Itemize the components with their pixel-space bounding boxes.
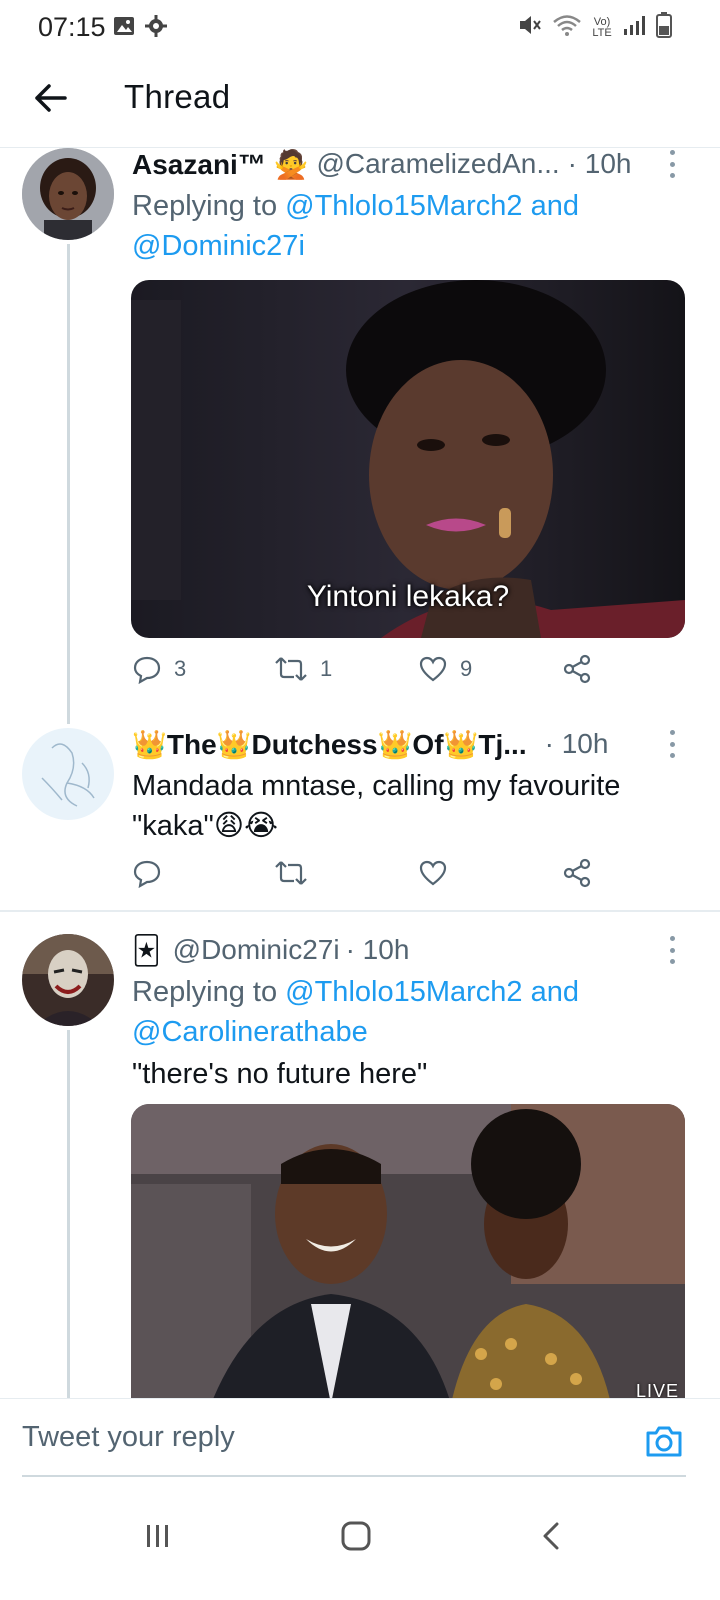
page-title: Thread [124, 78, 231, 115]
home-button[interactable] [326, 1506, 386, 1566]
display-name[interactable]: 👑The👑Dutchess👑Of👑Tj... [132, 728, 527, 761]
reply-underline [22, 1475, 686, 1477]
tweet-actions: 3 1 9 [132, 654, 602, 694]
mention-link[interactable]: @Thlolo15March2 [285, 976, 522, 1008]
retweet-button[interactable]: 1 [274, 654, 332, 684]
camera-icon [646, 1426, 682, 1457]
tweet-time[interactable]: · 10h [545, 728, 609, 760]
back-button[interactable] [28, 76, 72, 120]
user-handle[interactable]: @CaramelizedAn... [316, 148, 559, 180]
tweet[interactable]: 👑The👑Dutchess👑Of👑Tj... · 10h Mandada mnt… [0, 728, 720, 908]
replying-joiner[interactable]: and [531, 190, 579, 222]
arrow-left-icon [35, 84, 67, 112]
share-button[interactable] [562, 654, 592, 684]
replying-joiner[interactable]: and [531, 976, 579, 1008]
signal-icon [622, 13, 648, 42]
tweet-media-image[interactable]: LIVE [131, 1104, 685, 1398]
image-icon [112, 14, 136, 43]
status-bar: 07:15 Vo) LTE [0, 0, 720, 56]
recent-apps-icon [147, 1525, 168, 1547]
tweet-media-image[interactable]: Yintoni lekaka? [131, 280, 685, 638]
reply-icon [133, 656, 161, 684]
replying-to: Replying to @Thlolo15March2 and @Dominic… [132, 186, 579, 266]
display-name[interactable]: Asazani™ 🙅 [132, 148, 308, 181]
mention-link[interactable]: @Carolinerathabe [132, 1016, 368, 1048]
battery-icon [656, 12, 672, 43]
share-icon [563, 654, 591, 684]
status-time: 07:15 [38, 12, 106, 42]
tweet[interactable]: 🃏 @Dominic27i · 10h Replying to @Thlolo1… [0, 934, 720, 1398]
thread-header: Thread [0, 56, 720, 148]
replying-prefix: Replying to [132, 976, 278, 1008]
avatar[interactable] [22, 934, 114, 1026]
tweet-time[interactable]: · 10h [346, 934, 410, 966]
system-back-button[interactable] [522, 1506, 582, 1566]
tweet-header: 👑The👑Dutchess👑Of👑Tj... · 10h [132, 728, 680, 760]
like-button[interactable] [418, 858, 448, 888]
avatar[interactable] [22, 728, 114, 820]
tweet-time[interactable]: · 10h [568, 148, 632, 180]
replying-to: Replying to @Thlolo15March2 and @Carolin… [132, 972, 579, 1052]
retweet-icon [275, 657, 307, 681]
heart-icon [419, 656, 447, 682]
wifi-icon [552, 13, 582, 42]
tweet-text: "there's no future here" [132, 1058, 428, 1090]
reply-composer: Tweet your reply [0, 1398, 720, 1478]
tweet-text: Mandada mntase, calling my favourite "ka… [132, 770, 621, 842]
mute-icon [518, 13, 544, 42]
like-button[interactable]: 9 [418, 654, 472, 684]
thread-line [67, 244, 70, 724]
thread-timeline[interactable]: Asazani™ 🙅 @CaramelizedAn... · 10h Reply… [0, 148, 720, 1398]
avatar[interactable] [22, 148, 114, 240]
more-icon[interactable] [666, 730, 678, 758]
reply-button[interactable]: 3 [132, 654, 186, 684]
mention-link[interactable]: @Thlolo15March2 [285, 190, 522, 222]
replying-prefix: Replying to [132, 190, 278, 222]
chevron-left-icon [543, 1522, 559, 1550]
media-caption: Yintoni lekaka? [306, 580, 510, 613]
like-count: 9 [460, 656, 473, 681]
live-badge: LIVE [635, 1381, 679, 1398]
tweet-divider [0, 910, 720, 912]
home-icon [341, 1521, 371, 1551]
display-name[interactable]: 🃏 [132, 934, 161, 967]
volte-icon: Vo) LTE [592, 15, 612, 39]
more-icon[interactable] [666, 150, 678, 178]
share-icon [563, 858, 591, 888]
heart-icon [419, 860, 447, 886]
retweet-icon [275, 861, 307, 885]
reply-count: 3 [174, 656, 187, 681]
system-nav-bar [0, 1478, 720, 1600]
retweet-count: 1 [320, 656, 333, 681]
media-image [131, 1104, 685, 1398]
tweet-header: 🃏 @Dominic27i · 10h [132, 934, 680, 966]
tweet-header: Asazani™ 🙅 @CaramelizedAn... · 10h [132, 148, 680, 180]
user-handle[interactable]: @Dominic27i [173, 934, 340, 966]
more-icon[interactable] [666, 936, 678, 964]
reply-button[interactable] [132, 858, 162, 888]
gear-icon [144, 14, 168, 43]
tweet-reply-input[interactable]: Tweet your reply [22, 1421, 235, 1454]
mention-link[interactable]: @Dominic27i [132, 230, 305, 262]
thread-line [67, 1030, 70, 1398]
retweet-button[interactable] [274, 858, 308, 888]
camera-button[interactable] [644, 1423, 684, 1459]
tweet[interactable]: Asazani™ 🙅 @CaramelizedAn... · 10h Reply… [0, 148, 720, 724]
tweet-actions [132, 858, 602, 898]
reply-icon [133, 860, 161, 888]
recent-apps-button[interactable] [128, 1506, 188, 1566]
share-button[interactable] [562, 858, 592, 888]
